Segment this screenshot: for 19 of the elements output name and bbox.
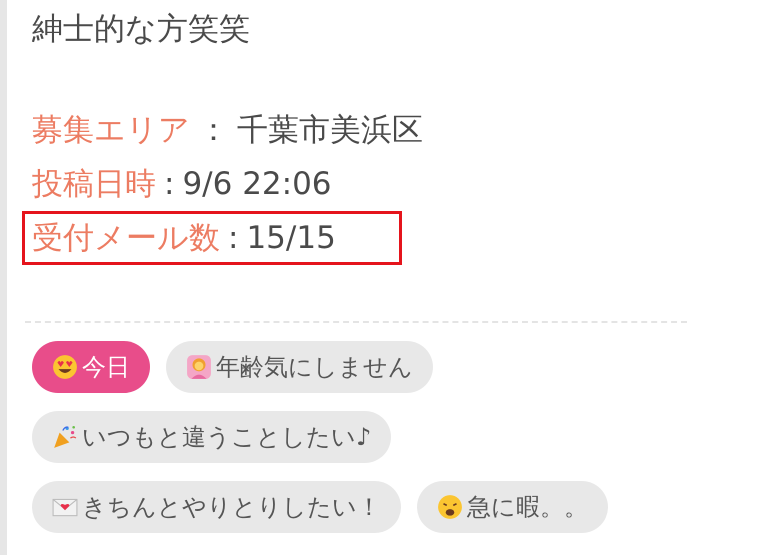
tag-chip[interactable]: いつもと違うことしたい♪ xyxy=(32,411,392,463)
info-label: 募集エリア xyxy=(32,111,190,150)
separator: : xyxy=(164,165,174,204)
party-popper-icon xyxy=(52,424,78,450)
post-title: 紳士的な方笑笑 xyxy=(32,10,251,49)
tag-chip[interactable]: 急に暇。。 xyxy=(417,481,608,533)
info-value: 9/6 22:06 xyxy=(182,165,332,204)
tag-chip[interactable]: 今日 xyxy=(32,341,150,393)
tag-chip[interactable]: きちんとやりとりしたい！ xyxy=(32,481,401,533)
heart-eyes-emoji-icon xyxy=(52,354,78,380)
separator: ： xyxy=(198,111,229,150)
info-label: 受付メール数 xyxy=(32,219,220,258)
info-label: 投稿日時 xyxy=(32,165,156,204)
figure-icon xyxy=(186,354,212,380)
info-value: 千葉市美浜区 xyxy=(237,111,423,150)
separator: : xyxy=(228,219,238,258)
tag-chip[interactable]: 年齢気にしません xyxy=(166,341,433,393)
weary-face-emoji-icon xyxy=(437,494,463,520)
info-value: 15/15 xyxy=(246,219,336,258)
